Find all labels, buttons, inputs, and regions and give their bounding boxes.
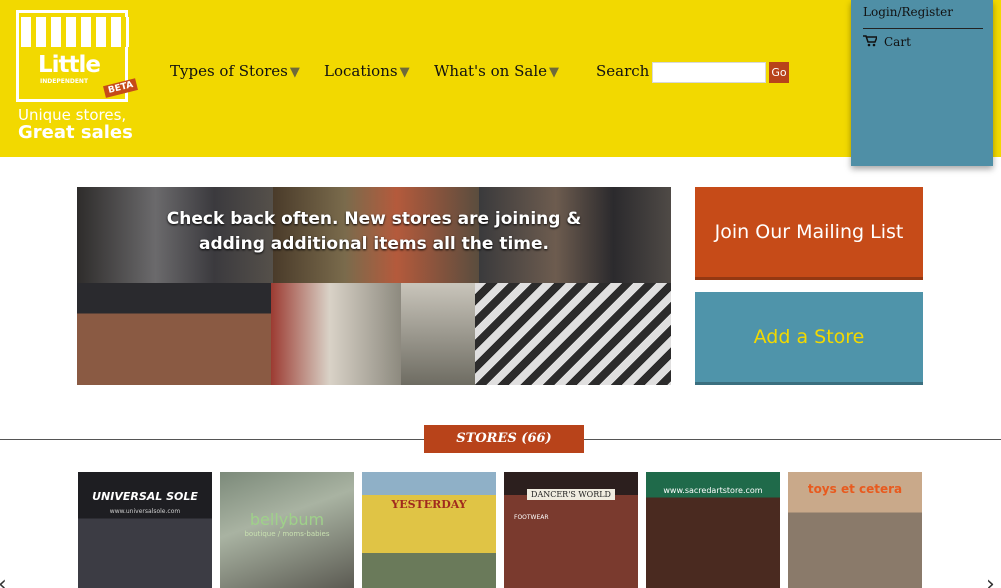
logo-subword: INDEPENDENT <box>40 78 89 85</box>
store-thumb-universal-sole[interactable]: UNIVERSAL SOLE www.universalsole.com <box>78 472 212 588</box>
search-label: Search <box>596 62 650 80</box>
hero-photo-strip-bottom <box>77 283 671 385</box>
nav-label: What's on Sale <box>434 62 547 80</box>
store-sign: YESTERDAY <box>391 498 467 511</box>
store-sign-sub: www.universalsole.com <box>109 508 181 515</box>
site-logo[interactable]: Little INDEPENDENT BETA Unique stores, G… <box>16 10 140 143</box>
logo-word: Little <box>38 52 101 78</box>
store-sign: toys et cetera <box>807 482 903 496</box>
nav-label: Types of Stores <box>170 62 288 80</box>
store-sign: UNIVERSAL SOLE <box>92 490 198 503</box>
nav-locations[interactable]: Locations ▼ <box>324 62 410 80</box>
add-store-button[interactable]: Add a Store <box>695 292 923 385</box>
cart-link[interactable]: Cart <box>884 35 911 49</box>
carousel-prev-icon[interactable]: ‹ <box>0 572 7 588</box>
carousel-next-icon[interactable]: › <box>986 572 995 588</box>
store-thumb-bellybum[interactable]: bellybum boutique / moms-babies <box>220 472 354 588</box>
store-sign-sub: boutique / moms-babies <box>244 530 330 538</box>
store-sign: DANCER'S WORLD <box>527 489 615 500</box>
login-register-link[interactable]: Login/Register <box>863 5 953 19</box>
store-thumb-yesterday[interactable]: YESTERDAY <box>362 472 496 588</box>
store-sign: bellybum <box>249 510 325 529</box>
store-thumb-dancers-world[interactable]: DANCER'S WORLD FOOTWEAR <box>504 472 638 588</box>
search-input[interactable] <box>652 62 766 83</box>
store-thumb-sacred-art[interactable]: www.sacredartstore.com <box>646 472 780 588</box>
caret-down-icon: ▼ <box>399 65 410 80</box>
caret-down-icon: ▼ <box>549 65 559 80</box>
nav-types-of-stores[interactable]: Types of Stores ▼ <box>170 62 300 80</box>
account-panel: Login/Register Cart <box>851 0 993 166</box>
logo-awning <box>21 17 129 47</box>
nav-label: Locations <box>324 62 398 80</box>
stores-heading: STORES (66) <box>424 425 584 453</box>
logo-tagline-2: Great sales <box>18 122 133 143</box>
nav-whats-on-sale[interactable]: What's on Sale ▼ <box>434 62 559 80</box>
hero-message: Check back often. New stores are joining… <box>77 207 671 257</box>
store-thumb-toys-et-cetera[interactable]: toys et cetera <box>788 472 922 588</box>
cart-icon[interactable] <box>863 35 879 51</box>
hero-line-2: adding additional items all the time. <box>198 234 550 254</box>
hero-line-1: Check back often. New stores are joining… <box>166 209 582 229</box>
account-divider <box>863 28 983 29</box>
search-go-button[interactable]: Go <box>769 62 789 83</box>
store-sign: www.sacredartstore.com <box>663 486 763 495</box>
caret-down-icon: ▼ <box>289 65 300 80</box>
hero-banner[interactable]: Check back often. New stores are joining… <box>77 187 671 385</box>
join-mailing-list-button[interactable]: Join Our Mailing List <box>695 187 923 280</box>
store-sign-sub: FOOTWEAR <box>514 514 549 521</box>
